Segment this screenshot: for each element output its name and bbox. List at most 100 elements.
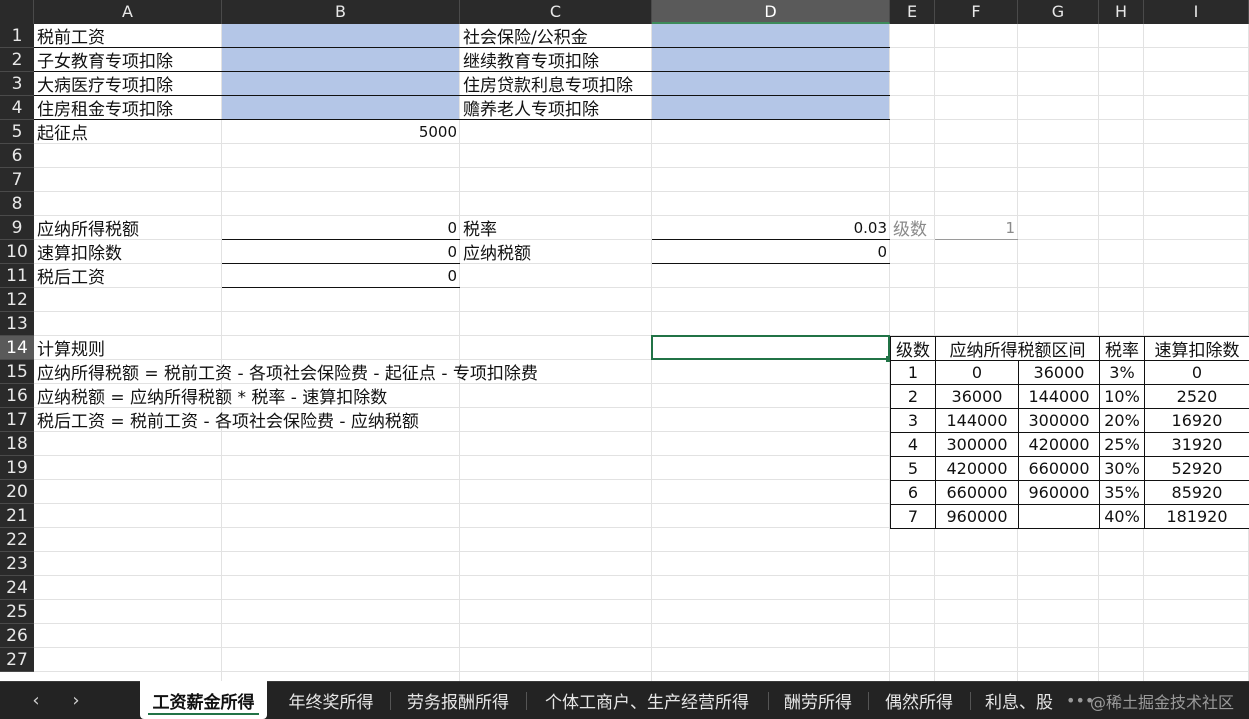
tax-table-cell[interactable]: 420000 [935,456,1019,481]
column-header-D[interactable]: D [652,0,890,24]
tax-table-cell[interactable]: 660000 [935,480,1019,505]
row-header-18[interactable]: 18 [0,432,34,456]
tax-table-cell[interactable]: 420000 [1018,432,1100,457]
tax-table-cell[interactable]: 300000 [1018,408,1100,433]
row-header-1[interactable]: 1 [0,24,34,48]
column-header-B[interactable]: B [222,0,460,24]
cell-A15[interactable]: 应纳所得税额 = 税前工资 - 各项社会保险费 - 起征点 - 专项扣除费 [34,360,634,384]
row-header-9[interactable]: 9 [0,216,34,240]
sheet-tab[interactable]: 个体工商户、生产经营所得 [526,682,768,719]
row-header-8[interactable]: 8 [0,192,34,216]
cell-C2[interactable]: 继续教育专项扣除 [460,48,652,72]
row-header-19[interactable]: 19 [0,456,34,480]
row-header-13[interactable]: 13 [0,312,34,336]
cell-A2[interactable]: 子女教育专项扣除 [34,48,222,72]
row-header-2[interactable]: 2 [0,48,34,72]
row-header-4[interactable]: 4 [0,96,34,120]
tax-table-cell[interactable]: 0 [1144,360,1249,385]
cell-A9[interactable]: 应纳所得税额 [34,216,222,240]
selected-cell-D14[interactable] [651,335,890,360]
tax-table-cell[interactable]: 31920 [1144,432,1249,457]
cell-A11[interactable]: 税后工资 [34,264,222,288]
column-header-F[interactable]: F [935,0,1018,24]
select-all-corner[interactable] [0,0,34,24]
tax-table-cell[interactable]: 6 [890,480,936,505]
row-header-23[interactable]: 23 [0,552,34,576]
tax-table-cell[interactable]: 2 [890,384,936,409]
next-sheet-icon[interactable]: › [56,682,96,719]
row-header-15[interactable]: 15 [0,360,34,384]
row-header-26[interactable]: 26 [0,624,34,648]
cell-B5[interactable]: 5000 [222,120,460,143]
tax-table-cell[interactable]: 85920 [1144,480,1249,505]
cell-A14[interactable]: 计算规则 [34,336,634,360]
tax-table-cell[interactable]: 7 [890,504,936,529]
input-cell-B1[interactable] [222,24,459,47]
tax-table-cell[interactable]: 10% [1099,384,1145,409]
sheet-tab[interactable]: 利息、股 [970,682,1068,719]
tax-table-cell[interactable]: 36000 [1018,360,1100,385]
cell-E9[interactable]: 级数 [890,216,935,240]
row-header-16[interactable]: 16 [0,384,34,408]
row-header-11[interactable]: 11 [0,264,34,288]
input-cell-D1[interactable] [652,24,889,47]
tax-table-cell[interactable]: 40% [1099,504,1145,529]
row-header-12[interactable]: 12 [0,288,34,312]
input-cell-D4[interactable] [652,96,889,119]
cell-B10[interactable]: 0 [222,240,460,263]
column-header-A[interactable]: A [34,0,222,24]
tax-table-cell[interactable]: 960000 [1018,480,1100,505]
column-header-I[interactable]: I [1144,0,1249,24]
input-cell-D2[interactable] [652,48,889,71]
row-header-5[interactable]: 5 [0,120,34,144]
cell-A4[interactable]: 住房租金专项扣除 [34,96,222,120]
tax-table-cell[interactable]: 20% [1099,408,1145,433]
cell-D10[interactable]: 0 [652,240,890,263]
tax-table-cell[interactable]: 4 [890,432,936,457]
row-header-25[interactable]: 25 [0,600,34,624]
cell-B9[interactable]: 0 [222,216,460,239]
input-cell-B4[interactable] [222,96,459,119]
row-header-14[interactable]: 14 [0,336,34,360]
tax-table-cell[interactable]: 16920 [1144,408,1249,433]
cell-C4[interactable]: 赡养老人专项扣除 [460,96,652,120]
tax-table-cell[interactable]: 0 [935,360,1019,385]
row-header-7[interactable]: 7 [0,168,34,192]
tax-table-cell[interactable]: 181920 [1144,504,1249,529]
tax-table-cell[interactable]: 5 [890,456,936,481]
cell-A1[interactable]: 税前工资 [34,24,222,48]
row-header-10[interactable]: 10 [0,240,34,264]
row-header-21[interactable]: 21 [0,504,34,528]
input-cell-B2[interactable] [222,48,459,71]
column-header-G[interactable]: G [1018,0,1099,24]
sheet-tab[interactable]: 工资薪金所得 [140,681,267,719]
cell-A10[interactable]: 速算扣除数 [34,240,222,264]
tax-table-cell[interactable]: 52920 [1144,456,1249,481]
row-header-17[interactable]: 17 [0,408,34,432]
tax-table-cell[interactable]: 2520 [1144,384,1249,409]
tax-table-cell[interactable]: 300000 [935,432,1019,457]
tax-table-cell[interactable]: 3% [1099,360,1145,385]
cell-C10[interactable]: 应纳税额 [460,240,652,264]
cell-C3[interactable]: 住房贷款利息专项扣除 [460,72,652,96]
prev-sheet-icon[interactable]: ‹ [16,682,56,719]
row-header-27[interactable]: 27 [0,648,34,672]
tax-table-cell[interactable]: 144000 [935,408,1019,433]
cell-B11[interactable]: 0 [222,264,460,287]
tax-table-cell[interactable]: 35% [1099,480,1145,505]
cell-C9[interactable]: 税率 [460,216,652,240]
tax-table-cell[interactable]: 144000 [1018,384,1100,409]
column-header-C[interactable]: C [460,0,652,24]
tax-table-cell[interactable]: 960000 [935,504,1019,529]
tax-table-cell[interactable] [1018,504,1100,529]
column-header-E[interactable]: E [890,0,935,24]
cell-A5[interactable]: 起征点 [34,120,222,144]
cell-F9[interactable]: 1 [935,216,1018,239]
sheet-tab[interactable]: 酬劳所得 [768,682,868,719]
cell-A16[interactable]: 应纳税额 = 应纳所得税额 * 税率 - 速算扣除数 [34,384,634,408]
cell-C1[interactable]: 社会保险/公积金 [460,24,652,48]
row-header-3[interactable]: 3 [0,72,34,96]
tax-table-cell[interactable]: 30% [1099,456,1145,481]
row-header-6[interactable]: 6 [0,144,34,168]
input-cell-B3[interactable] [222,72,459,95]
